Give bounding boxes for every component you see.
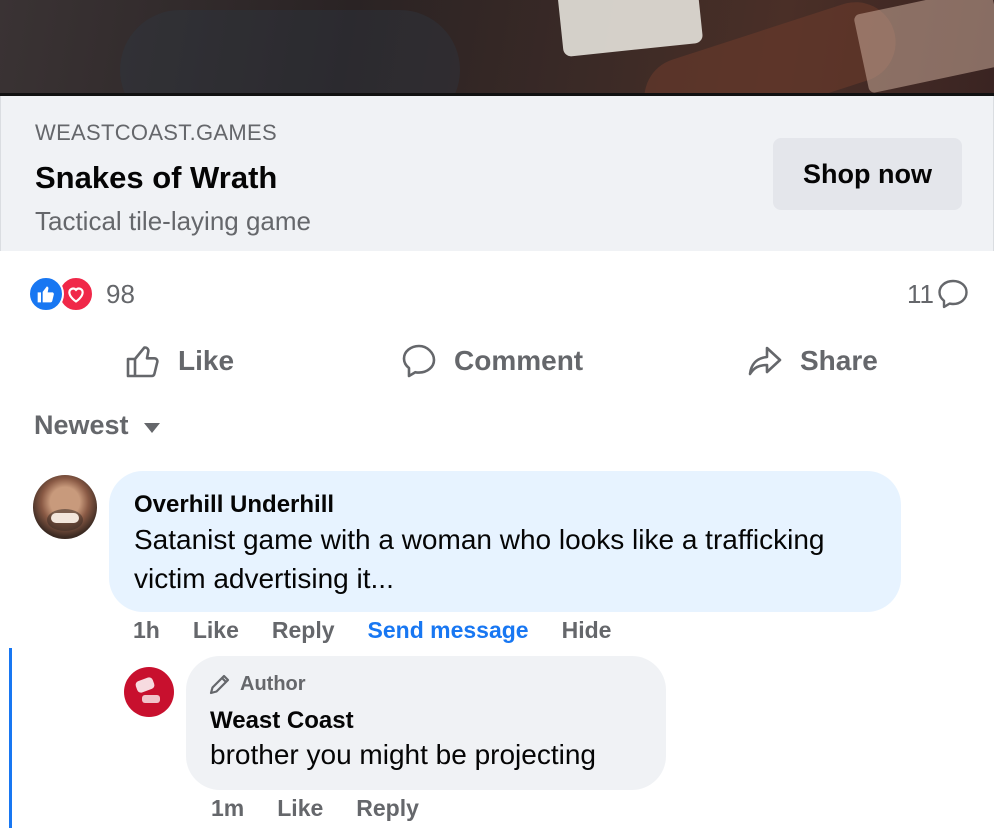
media-shape <box>120 10 460 93</box>
comments-count[interactable]: 11 <box>907 276 970 312</box>
comment-author[interactable]: Overhill Underhill <box>134 491 334 519</box>
like-button[interactable]: Like <box>124 332 234 390</box>
comment-like-link[interactable]: Like <box>193 617 239 644</box>
thumbs-up-icon <box>126 346 159 378</box>
pencil-icon <box>209 674 230 695</box>
reactions-summary[interactable]: 98 <box>28 276 135 312</box>
ad-media-image[interactable] <box>0 0 994 96</box>
comment-meta: 1h Like Reply Send message Hide <box>133 617 644 644</box>
reply-timestamp[interactable]: 1m <box>211 795 244 822</box>
caret-down-icon <box>143 422 160 433</box>
reaction-count: 98 <box>106 278 135 309</box>
avatar[interactable] <box>33 475 97 539</box>
post-actions: Like Comment Share <box>0 332 994 390</box>
comment-text: Satanist game with a woman who looks lik… <box>134 524 825 594</box>
comment-bubble-icon <box>938 279 968 309</box>
like-icon <box>28 276 64 312</box>
comment-button[interactable]: Comment <box>400 332 583 390</box>
share-arrow-icon <box>748 346 782 376</box>
reply-meta: 1m Like Reply <box>211 795 452 822</box>
comment-button-label: Comment <box>454 345 584 376</box>
shop-now-button[interactable]: Shop now <box>773 138 962 210</box>
author-badge: Author <box>208 672 306 696</box>
media-shape <box>556 0 704 58</box>
avatar-shape <box>142 695 160 703</box>
like-button-label: Like <box>178 345 235 376</box>
share-button-label: Share <box>800 345 878 376</box>
reply-bubble: Author Weast Coast brother you might be … <box>186 656 666 790</box>
reply-author[interactable]: Weast Coast <box>210 707 354 735</box>
comment-timestamp[interactable]: 1h <box>133 617 160 644</box>
comment-icon <box>402 344 436 378</box>
comments-count-value: 11 <box>907 278 934 309</box>
ad-domain: WEASTCOAST.GAMES <box>35 120 277 145</box>
ad-description: Tactical tile-laying game <box>35 206 312 236</box>
author-avatar[interactable] <box>124 667 174 717</box>
reply-reply-link[interactable]: Reply <box>356 795 419 822</box>
hide-comment-link[interactable]: Hide <box>562 617 612 644</box>
ad-link-card[interactable]: WEASTCOAST.GAMES Snakes of Wrath Tactica… <box>0 96 994 251</box>
reply-like-link[interactable]: Like <box>277 795 323 822</box>
media-shape <box>853 0 994 93</box>
comment-reply-link[interactable]: Reply <box>272 617 335 644</box>
comment-bubble: Overhill Underhill Satanist game with a … <box>109 471 901 612</box>
avatar-mouth <box>51 513 79 523</box>
send-message-link[interactable]: Send message <box>368 617 529 644</box>
reply-text: brother you might be projecting <box>210 739 596 770</box>
share-button[interactable]: Share <box>746 332 878 390</box>
ad-title: Snakes of Wrath <box>35 160 278 195</box>
sort-label: Newest <box>34 410 129 440</box>
comment-sort-dropdown[interactable]: Newest <box>34 410 161 441</box>
avatar-shape <box>134 676 156 694</box>
author-badge-label: Author <box>240 672 306 695</box>
thread-line <box>9 648 12 828</box>
